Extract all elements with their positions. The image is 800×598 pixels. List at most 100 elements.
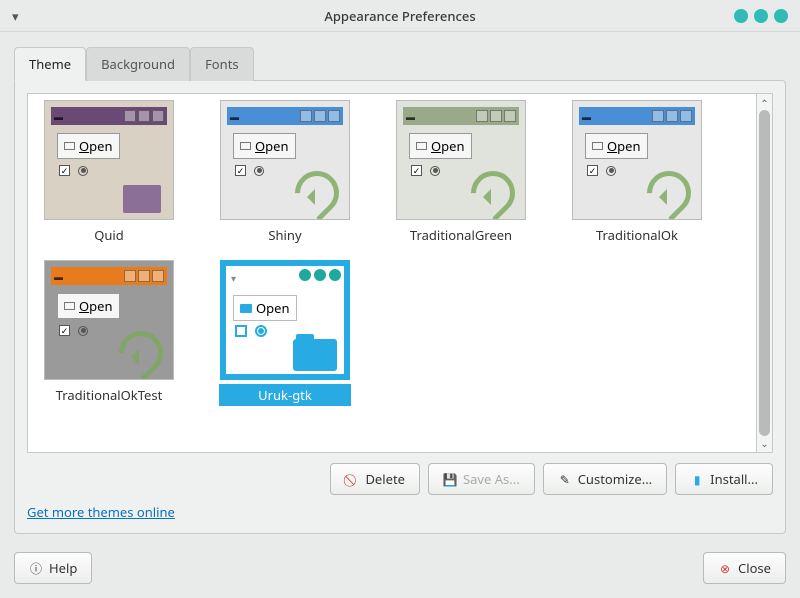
scroll-thumb[interactable] (759, 110, 770, 436)
menu-icon: ▬ (406, 110, 415, 123)
window-dot-min[interactable] (734, 9, 748, 23)
preview-controls: ✓ (59, 165, 88, 176)
min-icon (124, 270, 136, 282)
logo-swirl-icon (471, 171, 515, 215)
more-themes-link[interactable]: Get more themes online (27, 503, 773, 521)
folder-icon (293, 339, 337, 371)
theme-gallery[interactable]: ▬Open✓Quid▬Open✓Shiny▬Open✓TraditionalGr… (27, 93, 757, 453)
radio-icon (606, 166, 616, 176)
checkbox-icon: ✓ (59, 165, 70, 176)
preview-titlebar: ▬ (227, 107, 343, 125)
menu-icon: ▬ (582, 110, 591, 123)
min-icon (300, 110, 312, 122)
button-label: Install... (710, 470, 758, 488)
folder-icon (64, 302, 75, 310)
tab-fonts[interactable]: Fonts (190, 47, 254, 81)
open-button-preview: Open (233, 133, 296, 159)
open-button-preview: Open (57, 293, 120, 319)
logo-swirl-icon (119, 331, 163, 375)
window-controls (734, 9, 788, 23)
preview-controls: ✓ (587, 165, 616, 176)
theme-label: Shiny (268, 224, 301, 246)
radio-icon (255, 325, 267, 337)
menu-icon: ▬ (54, 270, 63, 283)
tab-theme[interactable]: Theme (14, 47, 86, 81)
open-label: Open (607, 137, 641, 155)
gallery-wrap: ▬Open✓Quid▬Open✓Shiny▬Open✓TraditionalGr… (27, 93, 773, 453)
radio-icon (78, 166, 88, 176)
theme-item[interactable]: ▬Open✓Quid (34, 100, 184, 246)
tab-label: Background (101, 55, 175, 73)
preview-titlebar: ▬ (579, 107, 695, 125)
save-icon: 💾 (443, 472, 457, 486)
open-button-preview: Open (57, 133, 120, 159)
tabs-container: Theme Background Fonts ▬Open✓Quid▬Open✓S… (14, 46, 786, 534)
customize-button[interactable]: ✎ Customize... (543, 463, 667, 495)
min-icon (652, 110, 664, 122)
folder-icon (592, 142, 603, 150)
window-dot-close[interactable] (774, 9, 788, 23)
button-label: Save As... (463, 470, 520, 488)
theme-item[interactable]: ▬Open✓TraditionalOkTest (34, 260, 184, 406)
theme-item[interactable]: ▬ Open ✓ TraditionalGreen (386, 100, 536, 246)
folder-icon (240, 142, 251, 150)
delete-button[interactable]: ⃠ Delete (330, 463, 420, 495)
radio-icon (254, 166, 264, 176)
button-label: Close (738, 559, 771, 577)
delete-icon: ⃠ (345, 472, 359, 486)
radio-icon (430, 166, 440, 176)
theme-label: TraditionalOk (596, 224, 678, 246)
theme-thumbnail: ▬ Open ✓ (220, 100, 350, 220)
preview-controls: ✓ (235, 165, 264, 176)
radio-icon (78, 326, 88, 336)
checkbox-icon: ✓ (59, 325, 70, 336)
checkbox-icon: ✓ (587, 165, 598, 176)
window-controls-icon (299, 269, 341, 281)
scroll-up-icon[interactable]: ⌃ (760, 96, 768, 110)
open-button-preview: Open (409, 133, 472, 159)
gallery-scrollbar[interactable]: ⌃ ⌄ (757, 93, 773, 453)
min-icon (476, 110, 488, 122)
folder-icon (240, 304, 252, 313)
preview-controls: ✓ (411, 165, 440, 176)
close-icon (504, 110, 516, 122)
preview-controls: ✓ (59, 325, 88, 336)
menu-icon: ▬ (54, 110, 63, 123)
close-icon (152, 270, 164, 282)
dialog-footer: ⓘ Help ⊗ Close (0, 544, 800, 598)
open-label: Open (431, 137, 465, 155)
folder-icon (416, 142, 427, 150)
close-button[interactable]: ⊗ Close (703, 552, 786, 584)
window-dot-max[interactable] (754, 9, 768, 23)
install-button[interactable]: ▮ Install... (675, 463, 773, 495)
open-button-preview: Open (585, 133, 648, 159)
scroll-track[interactable] (757, 110, 772, 436)
tab-panel-theme: ▬Open✓Quid▬Open✓Shiny▬Open✓TraditionalGr… (14, 80, 786, 534)
close-icon: ⊗ (718, 561, 732, 575)
window-menu-caret[interactable]: ▾ (12, 7, 19, 25)
menu-icon: ▬ (230, 110, 239, 123)
theme-item[interactable]: ▬ Open ✓ TraditionalOk (562, 100, 712, 246)
button-label: Help (49, 559, 77, 577)
theme-thumbnail: ▬ Open ✓ (44, 260, 174, 380)
max-icon (490, 110, 502, 122)
max-icon (666, 110, 678, 122)
content-area: Theme Background Fonts ▬Open✓Quid▬Open✓S… (0, 32, 800, 544)
theme-action-row: ⃠ Delete 💾 Save As... ✎ Customize... ▮ I… (27, 463, 773, 495)
theme-item[interactable]: ▾OpenUruk-gtk (210, 260, 360, 406)
folder-icon: ▮ (690, 472, 704, 486)
button-label: Customize... (578, 470, 652, 488)
tab-label: Theme (29, 55, 71, 73)
close-icon (152, 110, 164, 122)
theme-item[interactable]: ▬ Open ✓ Shiny (210, 100, 360, 246)
theme-label: TraditionalGreen (410, 224, 512, 246)
scroll-down-icon[interactable]: ⌄ (760, 436, 768, 450)
info-icon: ⓘ (29, 561, 43, 575)
checkbox-icon: ✓ (411, 165, 422, 176)
button-label: Delete (365, 470, 405, 488)
help-button[interactable]: ⓘ Help (14, 552, 92, 584)
preview-controls (235, 325, 267, 337)
open-button-preview: Open (233, 295, 297, 321)
titlebar: ▾ Appearance Preferences (0, 0, 800, 32)
tab-background[interactable]: Background (86, 47, 190, 81)
